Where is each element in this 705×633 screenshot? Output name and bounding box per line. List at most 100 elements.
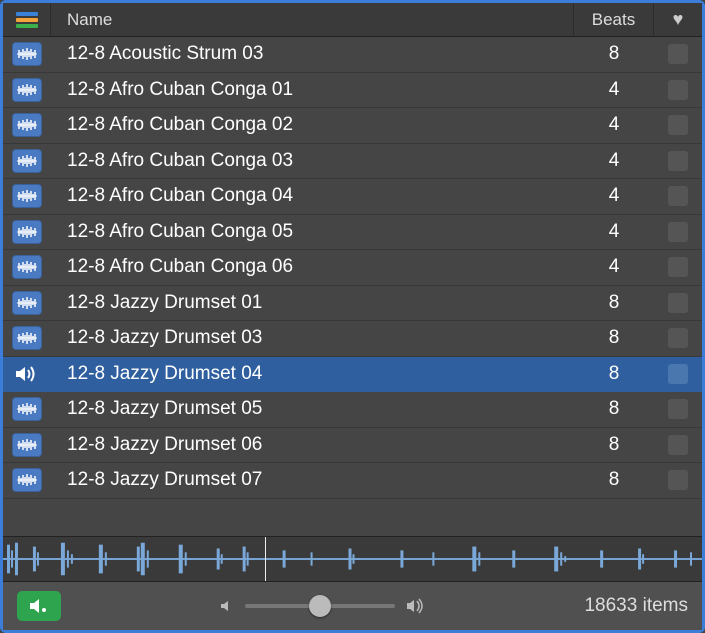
favorite-cell [654, 293, 702, 313]
loop-beats: 8 [574, 398, 654, 420]
column-header-name[interactable]: Name [51, 3, 574, 36]
column-header-beats[interactable]: Beats [574, 3, 654, 36]
loop-type-icon[interactable] [3, 184, 51, 208]
column-header-favorite[interactable]: ♥ [654, 3, 702, 36]
volume-slider[interactable] [245, 604, 395, 608]
table-row[interactable]: 12-8 Jazzy Drumset 048 [3, 357, 702, 393]
favorite-checkbox[interactable] [668, 364, 688, 384]
audio-loop-icon [12, 255, 42, 279]
loop-name: 12-8 Jazzy Drumset 03 [51, 327, 574, 349]
loop-beats: 8 [574, 43, 654, 65]
loop-beats: 8 [574, 327, 654, 349]
favorite-checkbox[interactable] [668, 435, 688, 455]
loop-beats: 4 [574, 221, 654, 243]
table-row[interactable]: 12-8 Jazzy Drumset 058 [3, 392, 702, 428]
favorite-cell [654, 80, 702, 100]
audio-loop-icon [12, 78, 42, 102]
loop-beats: 8 [574, 469, 654, 491]
favorite-cell [654, 257, 702, 277]
favorite-checkbox[interactable] [668, 399, 688, 419]
favorite-checkbox[interactable] [668, 470, 688, 490]
favorite-checkbox[interactable] [668, 222, 688, 242]
table-row[interactable]: 12-8 Afro Cuban Conga 064 [3, 250, 702, 286]
audio-loop-icon [12, 468, 42, 492]
table-row[interactable]: 12-8 Afro Cuban Conga 014 [3, 73, 702, 109]
loop-beats: 8 [574, 292, 654, 314]
favorite-cell [654, 399, 702, 419]
table-row[interactable]: 12-8 Afro Cuban Conga 054 [3, 215, 702, 251]
loop-type-icon[interactable] [3, 149, 51, 173]
favorite-checkbox[interactable] [668, 293, 688, 313]
preview-play-button[interactable] [17, 591, 61, 621]
favorite-checkbox[interactable] [668, 151, 688, 171]
favorite-cell [654, 151, 702, 171]
loop-type-icon[interactable] [3, 291, 51, 315]
loop-name: 12-8 Afro Cuban Conga 06 [51, 256, 574, 278]
table-row[interactable]: 12-8 Acoustic Strum 038 [3, 37, 702, 73]
favorite-cell [654, 435, 702, 455]
loop-name: 12-8 Afro Cuban Conga 02 [51, 114, 574, 136]
loop-type-icon[interactable] [3, 78, 51, 102]
loop-name: 12-8 Jazzy Drumset 06 [51, 434, 574, 456]
speaker-play-icon [28, 597, 50, 615]
loop-name: 12-8 Afro Cuban Conga 05 [51, 221, 574, 243]
favorite-checkbox[interactable] [668, 186, 688, 206]
loop-type-icon[interactable] [3, 326, 51, 350]
loop-beats: 4 [574, 114, 654, 136]
audio-loop-icon [12, 433, 42, 457]
favorite-cell [654, 115, 702, 135]
favorite-cell [654, 44, 702, 64]
loop-name: 12-8 Jazzy Drumset 01 [51, 292, 574, 314]
loop-type-icon[interactable] [3, 220, 51, 244]
loop-list[interactable]: 12-8 Acoustic Strum 03812-8 Afro Cuban C… [3, 37, 702, 536]
favorite-cell [654, 186, 702, 206]
table-row[interactable]: 12-8 Afro Cuban Conga 044 [3, 179, 702, 215]
table-row[interactable]: 12-8 Afro Cuban Conga 034 [3, 144, 702, 180]
table-row[interactable]: 12-8 Jazzy Drumset 018 [3, 286, 702, 322]
volume-control [61, 597, 584, 615]
playing-indicator[interactable] [3, 363, 51, 385]
audio-loop-icon [12, 291, 42, 315]
waveform-preview[interactable] [3, 536, 702, 582]
table-row[interactable]: 12-8 Jazzy Drumset 078 [3, 463, 702, 499]
favorite-checkbox[interactable] [668, 257, 688, 277]
view-toggle-button[interactable] [3, 3, 51, 36]
heart-icon: ♥ [673, 9, 684, 30]
table-header: Name Beats ♥ [3, 3, 702, 37]
loop-type-icon[interactable] [3, 468, 51, 492]
audio-loop-icon [12, 220, 42, 244]
volume-slider-thumb[interactable] [309, 595, 331, 617]
table-row[interactable]: 12-8 Jazzy Drumset 038 [3, 321, 702, 357]
playhead-indicator[interactable] [265, 537, 266, 581]
loop-name: 12-8 Jazzy Drumset 04 [51, 363, 574, 385]
list-view-icon [16, 12, 38, 28]
favorite-checkbox[interactable] [668, 115, 688, 135]
favorite-cell [654, 328, 702, 348]
favorite-cell [654, 470, 702, 490]
audio-loop-icon [12, 113, 42, 137]
loop-beats: 4 [574, 256, 654, 278]
loop-type-icon[interactable] [3, 255, 51, 279]
table-row[interactable]: 12-8 Jazzy Drumset 068 [3, 428, 702, 464]
loop-name: 12-8 Jazzy Drumset 05 [51, 398, 574, 420]
table-row[interactable]: 12-8 Afro Cuban Conga 024 [3, 108, 702, 144]
audio-loop-icon [12, 397, 42, 421]
loop-type-icon[interactable] [3, 42, 51, 66]
loop-beats: 4 [574, 79, 654, 101]
volume-low-icon [219, 598, 235, 614]
favorite-checkbox[interactable] [668, 44, 688, 64]
loop-type-icon[interactable] [3, 113, 51, 137]
favorite-checkbox[interactable] [668, 328, 688, 348]
loop-beats: 4 [574, 150, 654, 172]
speaker-icon [14, 363, 40, 385]
volume-high-icon [405, 597, 427, 615]
loop-type-icon[interactable] [3, 397, 51, 421]
audio-loop-icon [12, 149, 42, 173]
favorite-checkbox[interactable] [668, 80, 688, 100]
loop-beats: 8 [574, 434, 654, 456]
loop-name: 12-8 Jazzy Drumset 07 [51, 469, 574, 491]
loop-type-icon[interactable] [3, 433, 51, 457]
loop-beats: 8 [574, 363, 654, 385]
item-count-label: 18633 items [584, 595, 688, 617]
audio-loop-icon [12, 184, 42, 208]
